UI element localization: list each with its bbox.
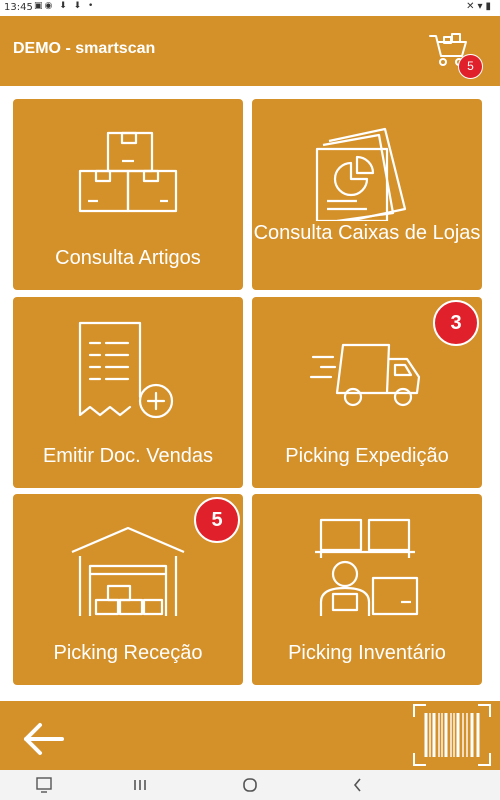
tile-consulta-caixas-de-lojas[interactable]: Consulta Caixas de Lojas xyxy=(252,99,482,290)
app-footer xyxy=(0,701,500,770)
status-time: 13:45 xyxy=(4,2,33,13)
app-title: DEMO - smartscan xyxy=(13,40,156,57)
tile-label: Picking Expedição xyxy=(285,445,449,467)
report-document-icon xyxy=(315,127,407,221)
tile-picking-expedicao[interactable]: Picking Expedição 3 xyxy=(252,297,482,488)
barcode-scan-button[interactable] xyxy=(412,703,492,767)
tile-emitir-doc-vendas[interactable]: Emitir Doc. Vendas xyxy=(13,297,243,488)
notification-badge: 5 xyxy=(194,497,240,543)
tile-label: Picking Inventário xyxy=(288,642,446,664)
back-arrow-icon xyxy=(24,723,64,755)
barcode-scanner-icon xyxy=(413,704,491,766)
inventory-worker-icon xyxy=(315,518,419,616)
cart-count-badge: 5 xyxy=(458,54,483,79)
notification-badge: 3 xyxy=(433,300,479,346)
home-icon[interactable] xyxy=(240,775,260,795)
boxes-icon xyxy=(78,131,178,213)
back-button[interactable] xyxy=(18,719,68,759)
tile-picking-rececao[interactable]: Picking Receção 5 xyxy=(13,494,243,685)
notification-icons: ▣◉ ⬇ ⬇ • xyxy=(34,1,96,11)
system-back-icon[interactable] xyxy=(348,775,368,795)
tile-label: Consulta Artigos xyxy=(55,247,201,269)
status-bar: 13:45 ▣◉ ⬇ ⬇ • ✕▾▮ xyxy=(0,0,500,16)
system-nav-bar xyxy=(0,770,500,800)
warehouse-icon xyxy=(71,526,185,616)
tile-consulta-artigos[interactable]: Consulta Artigos xyxy=(13,99,243,290)
system-icons: ✕▾▮ xyxy=(466,1,494,12)
recent-apps-icon[interactable] xyxy=(130,775,150,795)
tile-label: Picking Receção xyxy=(53,642,203,664)
add-document-icon xyxy=(78,321,174,419)
tile-label: Consulta Caixas de Lojas xyxy=(253,222,481,244)
screenshot-icon[interactable] xyxy=(34,775,54,795)
tile-label: Emitir Doc. Vendas xyxy=(42,445,214,467)
tile-picking-inventario[interactable]: Picking Inventário xyxy=(252,494,482,685)
delivery-truck-icon xyxy=(309,343,421,407)
